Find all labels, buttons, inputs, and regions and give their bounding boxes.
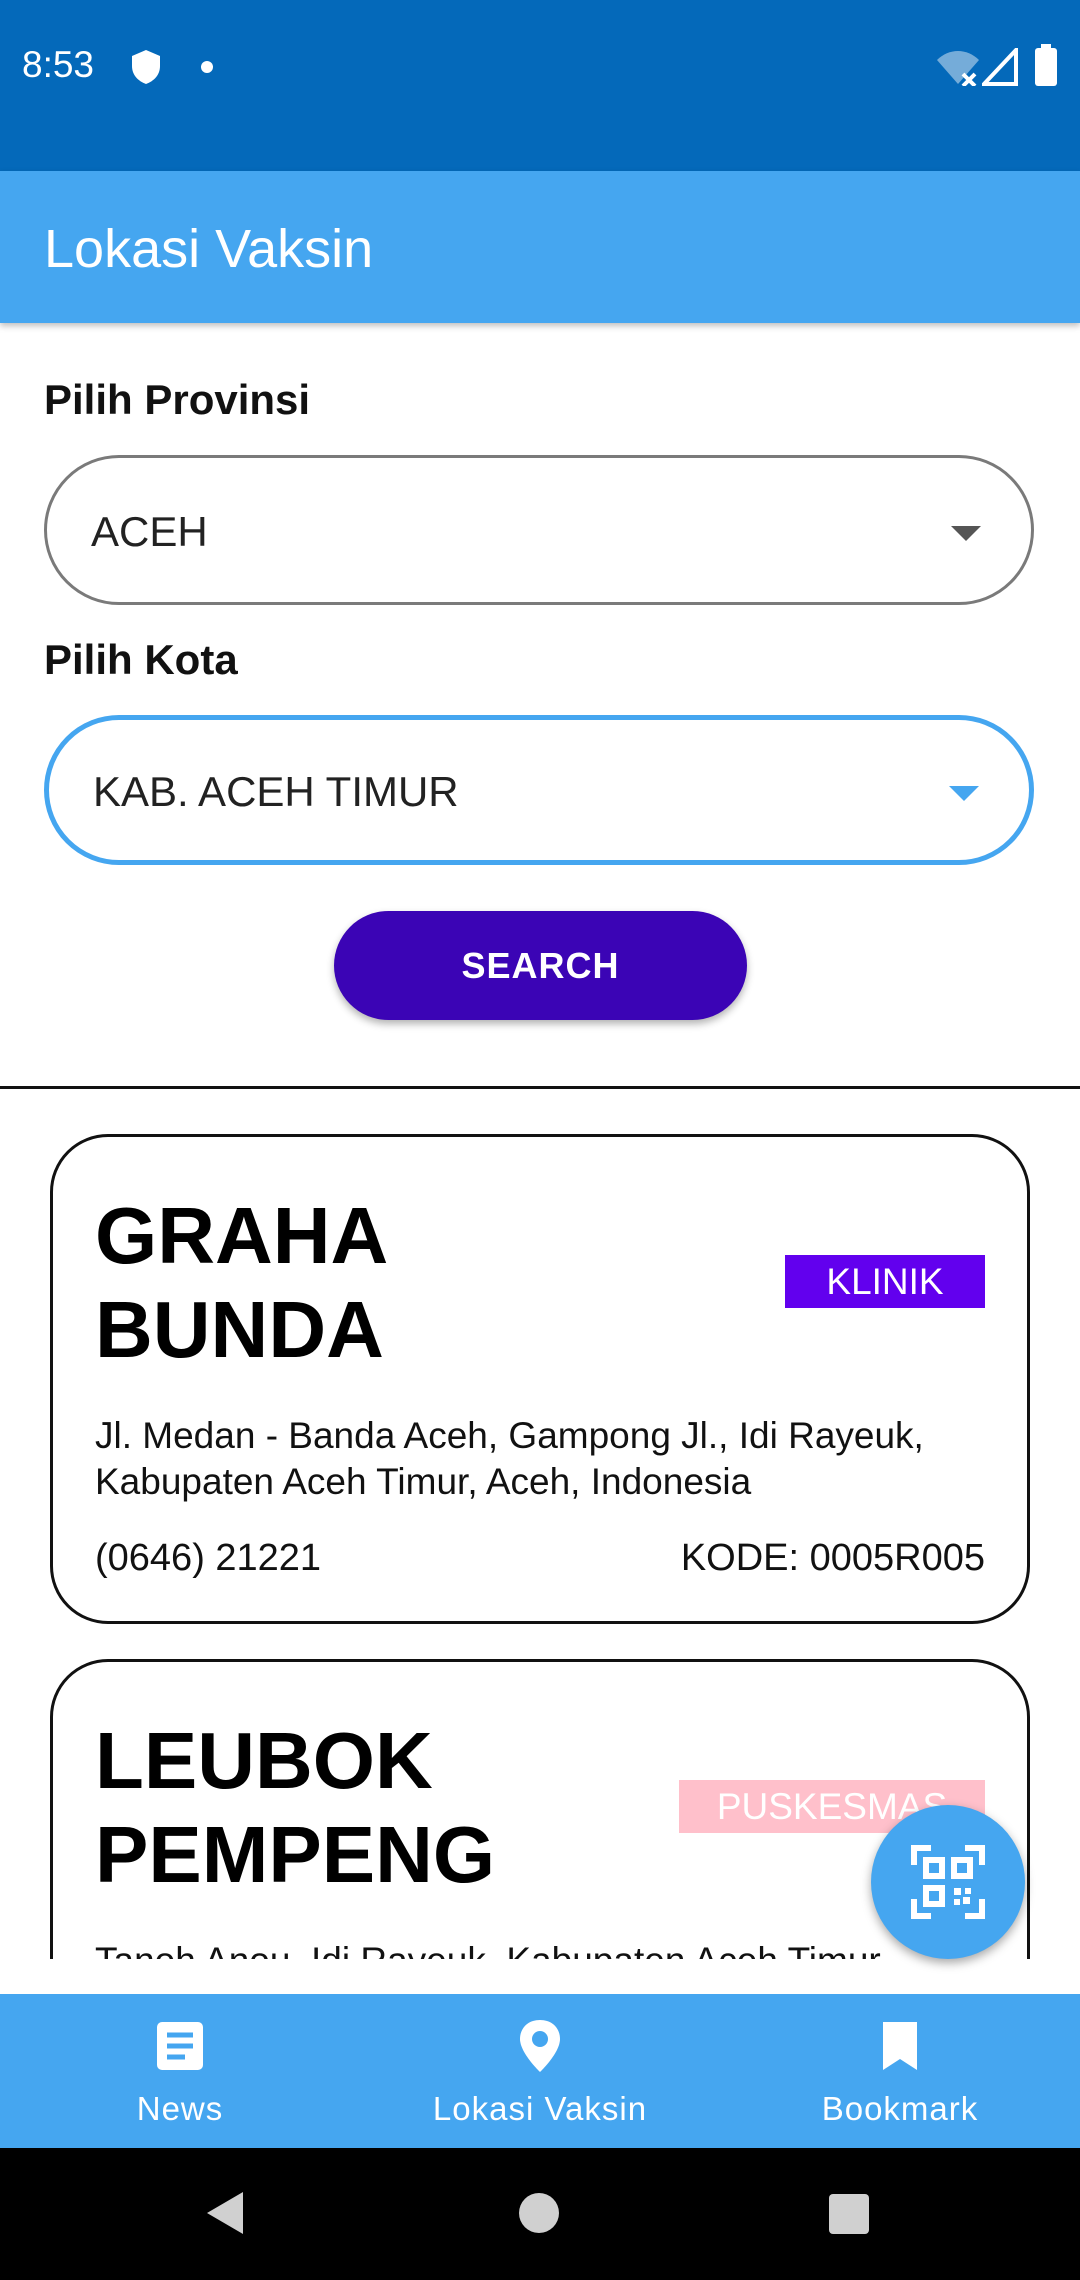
location-name: GRAHA BUNDA xyxy=(95,1191,386,1374)
city-selected-value: KAB. ACEH TIMUR xyxy=(93,768,459,815)
bottom-nav: News Lokasi Vaksin Bookmark xyxy=(0,1994,1080,2148)
search-button[interactable]: SEARCH xyxy=(334,911,747,1020)
status-time: 8:53 xyxy=(22,44,95,85)
battery-icon xyxy=(1035,44,1057,86)
status-bar: 8:53 xyxy=(0,0,1080,171)
page-title: Lokasi Vaksin xyxy=(44,219,374,279)
location-card[interactable]: GRAHA BUNDA KLINIK Jl. Medan - Banda Ace… xyxy=(50,1134,1030,1624)
news-icon xyxy=(157,2022,203,2070)
location-phone: (0646) 21221 xyxy=(95,1537,322,1579)
nav-label: Lokasi Vaksin xyxy=(432,2090,648,2127)
type-badge: KLINIK xyxy=(785,1255,985,1308)
home-icon[interactable] xyxy=(518,2192,560,2234)
city-label: Pilih Kota xyxy=(44,636,238,683)
notification-dot-icon xyxy=(201,61,213,73)
nav-item-news[interactable]: News xyxy=(0,1994,360,2148)
signal-icon xyxy=(982,48,1018,86)
wifi-off-icon xyxy=(937,51,979,86)
city-dropdown[interactable]: KAB. ACEH TIMUR xyxy=(44,715,1034,865)
chevron-down-icon xyxy=(951,526,981,541)
location-name: LEUBOK PEMPENG xyxy=(95,1716,496,1899)
province-selected-value: ACEH xyxy=(91,508,208,555)
location-code: KODE: 0005R005 xyxy=(680,1537,985,1579)
nav-label: News xyxy=(136,2090,224,2127)
location-pin-icon xyxy=(520,2020,560,2072)
location-address: Jl. Medan - Banda Aceh, Gampong Jl., Idi… xyxy=(95,1415,924,1502)
nav-label: Bookmark xyxy=(821,2090,979,2127)
province-label: Pilih Provinsi xyxy=(44,376,311,423)
qr-scan-button[interactable] xyxy=(871,1805,1025,1959)
nav-item-bookmark[interactable]: Bookmark xyxy=(720,1994,1080,2148)
system-nav-bar xyxy=(0,2148,1080,2280)
location-address: Tanoh Anou, Idi Rayeuk, Kabupaten Aceh T… xyxy=(95,1938,995,1959)
nav-item-lokasi-vaksin[interactable]: Lokasi Vaksin xyxy=(360,1994,720,2148)
shield-icon xyxy=(132,50,160,84)
app-bar: Lokasi Vaksin xyxy=(0,171,1080,323)
recents-icon[interactable] xyxy=(829,2194,869,2234)
bookmark-icon xyxy=(883,2022,917,2070)
chevron-down-icon xyxy=(949,786,979,801)
province-dropdown[interactable]: ACEH xyxy=(44,455,1034,605)
back-icon[interactable] xyxy=(205,2190,245,2236)
qr-code-icon xyxy=(911,1845,985,1919)
